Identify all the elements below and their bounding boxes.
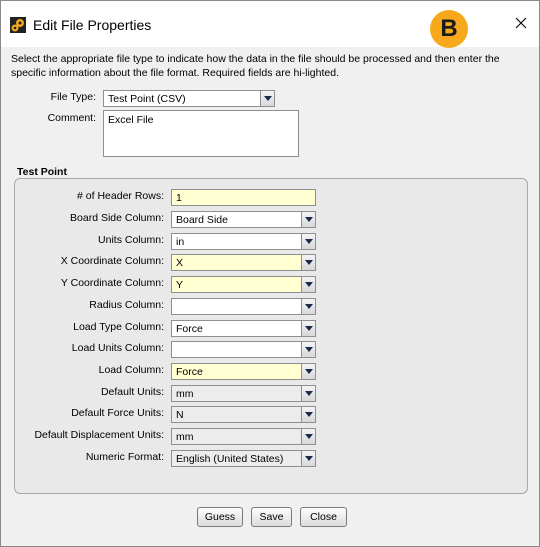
default-displacement-units-select[interactable]: mm bbox=[171, 428, 316, 445]
default-displacement-units-label: Default Displacement Units: bbox=[34, 429, 164, 441]
numeric-format-select[interactable]: English (United States) bbox=[171, 450, 316, 467]
close-icon[interactable] bbox=[510, 12, 532, 34]
chevron-down-icon[interactable] bbox=[301, 321, 315, 336]
radius-column-label: Radius Column: bbox=[89, 299, 164, 311]
y-coordinate-column-select[interactable]: Y bbox=[171, 276, 316, 293]
default-units-select[interactable]: mm bbox=[171, 385, 316, 402]
callout-badge: B bbox=[430, 10, 468, 48]
comment-value: Excel File bbox=[108, 114, 154, 126]
board-side-column-select[interactable]: Board Side bbox=[171, 211, 316, 228]
x-coordinate-column-label: X Coordinate Column: bbox=[60, 255, 164, 267]
default-force-units-select[interactable]: N bbox=[171, 406, 316, 423]
chevron-down-icon[interactable] bbox=[301, 212, 315, 227]
edit-file-properties-dialog: Edit File Properties B Select the approp… bbox=[0, 0, 540, 547]
x-coordinate-column-select[interactable]: X bbox=[171, 254, 316, 271]
file-type-value: Test Point (CSV) bbox=[108, 93, 186, 105]
file-type-select[interactable]: Test Point (CSV) bbox=[103, 90, 275, 107]
header-rows-input[interactable]: 1 bbox=[171, 189, 316, 206]
load-column-select[interactable]: Force bbox=[171, 363, 316, 380]
gears-app-icon bbox=[10, 17, 26, 33]
comment-textarea[interactable]: Excel File bbox=[103, 110, 299, 157]
default-units-value: mm bbox=[176, 388, 194, 400]
radius-column-select[interactable] bbox=[171, 298, 316, 315]
test-point-section-title: Test Point bbox=[17, 166, 67, 178]
chevron-down-icon[interactable] bbox=[301, 277, 315, 292]
file-type-label: File Type: bbox=[50, 91, 96, 103]
load-type-column-select[interactable]: Force bbox=[171, 320, 316, 337]
close-button[interactable]: Close bbox=[300, 507, 347, 527]
comment-label: Comment: bbox=[47, 112, 96, 124]
board-side-column-label: Board Side Column: bbox=[70, 212, 164, 224]
y-coordinate-column-value: Y bbox=[176, 279, 184, 291]
chevron-down-icon[interactable] bbox=[301, 255, 315, 270]
load-column-value: Force bbox=[176, 366, 203, 378]
instructions-text: Select the appropriate file type to indi… bbox=[11, 53, 500, 79]
title-bar: Edit File Properties B bbox=[1, 1, 539, 48]
y-coordinate-column-label: Y Coordinate Column: bbox=[60, 277, 164, 289]
chevron-down-icon[interactable] bbox=[301, 407, 315, 422]
chevron-down-icon[interactable] bbox=[260, 91, 274, 106]
board-side-column-value: Board Side bbox=[176, 214, 228, 226]
chevron-down-icon[interactable] bbox=[301, 386, 315, 401]
x-coordinate-column-value: X bbox=[176, 257, 184, 269]
default-force-units-label: Default Force Units: bbox=[71, 407, 164, 419]
default-units-label: Default Units: bbox=[100, 386, 164, 398]
load-type-column-value: Force bbox=[176, 323, 203, 335]
load-type-column-label: Load Type Column: bbox=[73, 321, 164, 333]
default-displacement-units-value: mm bbox=[176, 431, 194, 443]
window-title: Edit File Properties bbox=[33, 17, 152, 33]
numeric-format-value: English (United States) bbox=[176, 453, 284, 465]
units-column-select[interactable]: in bbox=[171, 233, 316, 250]
chevron-down-icon[interactable] bbox=[301, 234, 315, 249]
header-rows-label: # of Header Rows: bbox=[77, 190, 164, 202]
header-rows-value: 1 bbox=[176, 192, 182, 204]
load-units-column-select[interactable] bbox=[171, 341, 316, 358]
load-column-label: Load Column: bbox=[98, 364, 164, 376]
chevron-down-icon[interactable] bbox=[301, 299, 315, 314]
save-button[interactable]: Save bbox=[251, 507, 292, 527]
chevron-down-icon[interactable] bbox=[301, 451, 315, 466]
chevron-down-icon[interactable] bbox=[301, 429, 315, 444]
load-units-column-label: Load Units Column: bbox=[71, 342, 164, 354]
units-column-label: Units Column: bbox=[98, 234, 164, 246]
numeric-format-label: Numeric Format: bbox=[85, 451, 164, 463]
chevron-down-icon[interactable] bbox=[301, 364, 315, 379]
chevron-down-icon[interactable] bbox=[301, 342, 315, 357]
guess-button[interactable]: Guess bbox=[197, 507, 243, 527]
default-force-units-value: N bbox=[176, 409, 184, 421]
units-column-value: in bbox=[176, 236, 185, 248]
